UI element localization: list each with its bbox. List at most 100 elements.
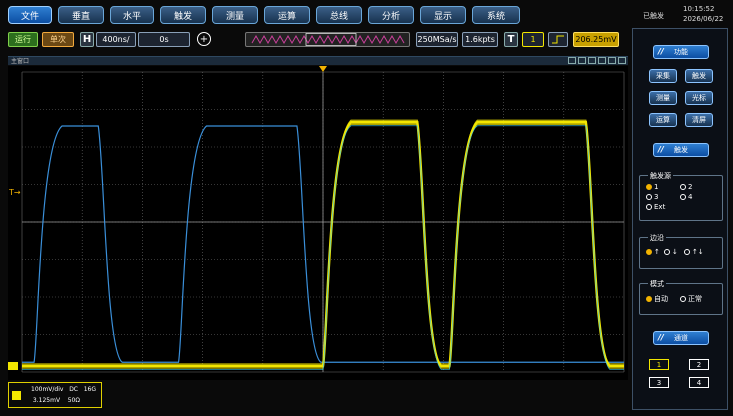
- menu-9-button[interactable]: 显示: [420, 6, 466, 24]
- radio-icon: [680, 194, 686, 200]
- function-button-5[interactable]: 运算: [649, 113, 677, 127]
- clock: 10:15:52 2026/06/22: [683, 4, 723, 24]
- channel-button-4[interactable]: 4: [689, 377, 709, 388]
- radio-icon: [646, 249, 652, 255]
- channel-offset-line: 3.125mV 50Ω: [31, 397, 80, 404]
- menu-2-button[interactable]: 垂直: [58, 6, 104, 24]
- radio-label: 3: [654, 193, 659, 201]
- plot-background: [8, 66, 628, 380]
- radio-icon: [646, 194, 652, 200]
- menu-3-button[interactable]: 水平: [110, 6, 154, 24]
- slash-icon: //: [658, 333, 664, 342]
- trigger-source-title: 触发源: [648, 171, 673, 181]
- oscilloscope-screen: 文件 垂直 水平 触发 测量 运算 总线 分析 显示 系统 已触发 10:15:52 2026/0…: [0, 0, 733, 416]
- menu-8-button[interactable]: 分析: [368, 6, 414, 24]
- tool-icon[interactable]: [588, 57, 596, 64]
- trigger-button[interactable]: T: [504, 32, 518, 47]
- tool-icon[interactable]: [608, 57, 616, 64]
- clock-date: 2026/06/22: [683, 15, 724, 23]
- channel-bandwidth: 16G: [83, 386, 97, 393]
- function-button-1[interactable]: 采集: [649, 69, 677, 83]
- tool-icon[interactable]: [598, 57, 606, 64]
- channel-button-2[interactable]: 2: [689, 359, 709, 370]
- sources-option-5[interactable]: Ext: [646, 203, 665, 211]
- waveform-plot[interactable]: T→: [8, 66, 628, 380]
- function-button-3[interactable]: 测量: [649, 91, 677, 105]
- menu-6-button[interactable]: 运算: [264, 6, 310, 24]
- run-button[interactable]: 运行: [8, 32, 38, 47]
- function-header-button[interactable]: // 功能: [653, 45, 709, 59]
- radio-icon: [646, 204, 652, 210]
- function-button-4[interactable]: 光标: [685, 91, 713, 105]
- sample-rate: 250MSa/s: [416, 32, 458, 47]
- horizontal-button[interactable]: H: [80, 32, 94, 47]
- trigger-source[interactable]: 1: [522, 32, 544, 47]
- function-label: 功能: [674, 48, 688, 56]
- sources-option-4[interactable]: 4: [680, 193, 692, 201]
- channel-offset: 3.125mV: [32, 397, 61, 404]
- mode-title: 模式: [648, 279, 666, 289]
- trigger-level[interactable]: 206.25mV: [573, 32, 619, 47]
- single-button[interactable]: 单次: [42, 32, 74, 47]
- radio-label: ↑: [654, 248, 660, 256]
- clock-time: 10:15:52: [683, 5, 715, 13]
- edges-option-3[interactable]: ↑↓: [684, 248, 704, 256]
- edges-option-1[interactable]: ↑: [646, 248, 660, 256]
- radio-label: 4: [688, 193, 693, 201]
- radio-label: 正常: [688, 295, 702, 303]
- edges-option-2[interactable]: ↓: [664, 248, 678, 256]
- trigger-header-button[interactable]: // 触发: [653, 143, 709, 157]
- channel-scale-line: 100mV/div DC 16G: [31, 386, 96, 393]
- radio-label: 2: [688, 183, 693, 191]
- radio-label: ↓: [672, 248, 678, 256]
- mode-group: 模式 自动 正常: [639, 279, 723, 315]
- channel-color-swatch: [12, 391, 21, 400]
- add-icon[interactable]: +: [197, 32, 211, 46]
- radio-icon: [684, 249, 690, 255]
- radio-label: Ext: [654, 203, 666, 211]
- modes-option-2[interactable]: 正常: [680, 294, 702, 304]
- waveform-overview[interactable]: [245, 32, 410, 47]
- edge-group: 边沿 ↑ ↓ ↑↓: [639, 233, 723, 269]
- channel-button-3[interactable]: 3: [649, 377, 669, 388]
- menu-10-button[interactable]: 系统: [472, 6, 520, 24]
- delay-field[interactable]: 0s: [138, 32, 190, 47]
- main-window-label: 主窗口: [11, 58, 30, 65]
- channel-label: 通道: [674, 334, 688, 342]
- channel-impedance: 50Ω: [67, 397, 80, 404]
- trigger-level-marker: T→: [8, 188, 21, 197]
- main-window-title: 主窗口: [8, 56, 628, 65]
- menu-1-button[interactable]: 文件: [8, 6, 52, 24]
- side-panel: // 功能 采集 触发 测量 光标 运算 清屏 // 触发 触发源 1 2 3 4 Ext 边沿 …: [632, 28, 728, 410]
- channel-button-1[interactable]: 1: [649, 359, 669, 370]
- radio-icon: [664, 249, 670, 255]
- trigger-status: 已触发: [643, 12, 664, 20]
- sources-option-3[interactable]: 3: [646, 193, 658, 201]
- radio-label: 自动: [654, 295, 668, 303]
- channel-header-button[interactable]: // 通道: [653, 331, 709, 345]
- menu-4-button[interactable]: 触发: [160, 6, 206, 24]
- function-button-6[interactable]: 清屏: [685, 113, 713, 127]
- timebase-field[interactable]: 400ns/: [96, 32, 136, 47]
- function-button-2[interactable]: 触发: [685, 69, 713, 83]
- tool-icon[interactable]: [618, 57, 626, 64]
- slash-icon: //: [658, 145, 664, 154]
- radio-icon: [646, 296, 652, 302]
- channel-ground-marker: [8, 362, 18, 370]
- sources-option-2[interactable]: 2: [680, 183, 692, 191]
- channel-info[interactable]: 100mV/div DC 16G 3.125mV 50Ω: [8, 382, 102, 408]
- channel-coupling: DC: [69, 386, 78, 393]
- radio-icon: [680, 184, 686, 190]
- rising-edge-icon[interactable]: [548, 32, 568, 47]
- radio-label: 1: [654, 183, 659, 191]
- trigger-label: 触发: [674, 146, 688, 154]
- tool-icon[interactable]: [568, 57, 576, 64]
- radio-label: ↑↓: [692, 248, 704, 256]
- radio-icon: [646, 184, 652, 190]
- tool-icon[interactable]: [578, 57, 586, 64]
- sources-option-1[interactable]: 1: [646, 183, 658, 191]
- menu-5-button[interactable]: 测量: [212, 6, 258, 24]
- menu-7-button[interactable]: 总线: [316, 6, 362, 24]
- channel-scale: 100mV/div: [31, 386, 64, 393]
- modes-option-1[interactable]: 自动: [646, 294, 668, 304]
